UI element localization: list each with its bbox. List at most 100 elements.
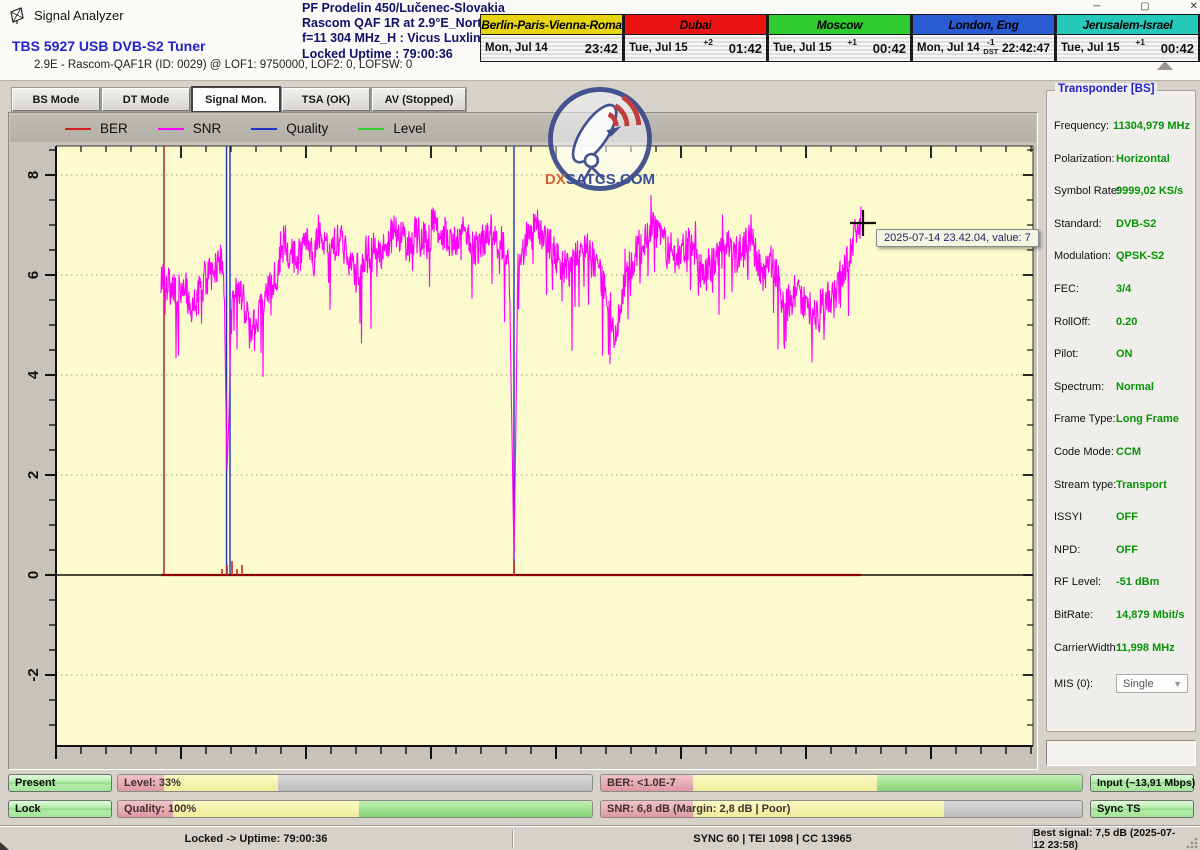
transponder-row: ISSYIOFF (1054, 506, 1190, 528)
transponder-panel-title: Transponder [BS] (1055, 83, 1157, 95)
meter-text: BER: <1.0E-7 (607, 777, 676, 789)
transponder-row-label: Standard: (1054, 218, 1116, 230)
clock-utc-offset: +1 (1135, 37, 1145, 47)
transponder-row-label: Code Mode: (1054, 446, 1116, 458)
transponder-panel: Transponder [BS] Frequency:11304,979 MHz… (1046, 90, 1196, 732)
transponder-row-label: Stream type: (1054, 479, 1116, 491)
transponder-row-value: Normal (1116, 381, 1190, 393)
dxsatcs-logo: DXSATCS.COM (544, 83, 656, 195)
tuner-subtitle: 2.9E - Rascom-QAF1R (ID: 0029) @ LOF1: 9… (34, 59, 412, 71)
tab-dt-mode[interactable]: DT Mode (102, 88, 190, 111)
statusbar-uptime: Locked -> Uptime: 79:00:36 (0, 827, 512, 850)
snr-meter: SNR: 6,8 dB (Margin: 2,8 dB | Poor) (600, 800, 1083, 818)
transponder-row: NPD:OFF (1054, 539, 1190, 561)
clock-offset-stack: +1 (1120, 35, 1161, 61)
transponder-row-label: Polarization: (1054, 153, 1116, 165)
transponder-row-label: Spectrum: (1054, 381, 1116, 393)
window-controls: ─ ▢ ✕ (1093, 0, 1198, 14)
clock-city-label: London, Eng (913, 15, 1054, 35)
meter-segment-gray (944, 801, 1082, 817)
y-axis-tick-label: 2 (24, 464, 44, 486)
site-info: PF Prodelin 450/Lučenec-Slovakia Rascom … (302, 1, 487, 62)
transponder-row-value: Horizontal (1116, 153, 1190, 165)
clock-jerusalem-israel: Jerusalem-IsraelTue, Jul 15+100:42 (1056, 14, 1200, 62)
clock-time: 22:42:47 (1002, 41, 1050, 55)
sync-ts-indicator: Sync TS (1090, 800, 1194, 818)
meter-segment-yellow (693, 775, 876, 791)
transponder-row: Frame Type:Long Frame (1054, 408, 1190, 430)
meter-segment-green (359, 801, 592, 817)
mis-dropdown[interactable]: Single▼ (1116, 674, 1188, 693)
tab-tsa-ok-[interactable]: TSA (OK) (282, 88, 370, 111)
transponder-row: BitRate:14,879 Mbit/s (1054, 604, 1190, 626)
tab-signal-mon-[interactable]: Signal Mon. (192, 87, 280, 112)
transponder-row-value: OFF (1116, 511, 1190, 523)
transponder-row-value: 11,998 MHz (1116, 642, 1190, 654)
clock-body: Mon, Jul 14 23:42 (481, 35, 622, 61)
clock-time: 23:42 (585, 41, 618, 56)
clock-offset-stack: +1 (832, 35, 873, 61)
transponder-row-value: 0.20 (1116, 316, 1190, 328)
transponder-row-value: 14,879 Mbit/s (1116, 609, 1190, 621)
clock-time: 01:42 (729, 41, 762, 56)
transponder-row-value: -51 dBm (1116, 576, 1190, 588)
tab-av-stopped-[interactable]: AV (Stopped) (372, 88, 466, 111)
transponder-row-label: BitRate: (1054, 609, 1116, 621)
transponder-row-value: 9999,02 KS/s (1116, 185, 1190, 197)
clock-time: 00:42 (873, 41, 906, 56)
window-title: Signal Analyzer (34, 8, 124, 23)
transponder-row-value: CCM (1116, 446, 1190, 458)
transponder-row-value: QPSK-S2 (1116, 250, 1190, 262)
signal-analyzer-window: Signal Analyzer PF Prodelin 450/Lučenec-… (0, 0, 1200, 850)
clock-dubai: DubaiTue, Jul 15+201:42 (624, 14, 768, 62)
input-bitrate-indicator: Input (~13,91 Mbps) (1090, 774, 1194, 792)
tab-bs-mode[interactable]: BS Mode (12, 88, 100, 111)
transponder-row: Stream type:Transport (1054, 474, 1190, 496)
transponder-row: Standard:DVB-S2 (1054, 213, 1190, 235)
minimize-icon[interactable]: ─ (1093, 2, 1100, 12)
clock-date: Mon, Jul 14 (485, 42, 548, 54)
clock-offset-stack: -1DST (980, 35, 1002, 61)
clock-offset-stack (548, 35, 585, 61)
clock-body: Tue, Jul 15+201:42 (625, 35, 766, 61)
clock-dst-label: DST (983, 47, 998, 56)
statusbar: Locked -> Uptime: 79:00:36 SYNC 60 | TEI… (0, 826, 1200, 850)
meter-segment-yellow (164, 775, 278, 791)
transponder-row-value: DVB-S2 (1116, 218, 1190, 230)
meter-segment-green (877, 775, 1082, 791)
present-indicator: Present (8, 774, 112, 792)
mis-row: MIS (0):Single▼ (1054, 673, 1190, 695)
close-icon[interactable]: ✕ (1190, 2, 1198, 12)
site-line-3: f=11 304 MHz_H : Vicus Luxlink (302, 31, 487, 46)
tuner-title: TBS 5927 USB DVB-S2 Tuner (12, 38, 205, 54)
clock-body: Tue, Jul 15+100:42 (769, 35, 910, 61)
transponder-row: Spectrum:Normal (1054, 376, 1190, 398)
window-resize-grip-icon[interactable] (1186, 837, 1198, 849)
svg-text:DXSATCS.COM: DXSATCS.COM (545, 171, 655, 188)
logo-text-rest: SATCS.COM (566, 171, 655, 188)
transponder-row-label: Frame Type: (1054, 413, 1116, 425)
transponder-row-label: Modulation: (1054, 250, 1116, 262)
clock-body: Mon, Jul 14-1DST22:42:47 (913, 35, 1054, 61)
transponder-row-value: Transport (1116, 479, 1190, 491)
transponder-row-value: OFF (1116, 544, 1190, 556)
transponder-row-label: NPD: (1054, 544, 1116, 556)
transponder-row: Code Mode:CCM (1054, 441, 1190, 463)
transponder-row-label: CarrierWidth: (1054, 642, 1116, 654)
transponder-row-value: ON (1116, 348, 1190, 360)
quality-meter: Quality: 100% (117, 800, 593, 818)
transponder-subpanel (1046, 740, 1196, 766)
signal-monitor-chart[interactable] (9, 113, 1039, 771)
transponder-row-value: 11304,979 MHz (1113, 120, 1190, 132)
clock-offset-stack: +2 (688, 35, 729, 61)
transponder-row: FEC:3/4 (1054, 278, 1190, 300)
clock-city-label: Moscow (769, 15, 910, 35)
maximize-icon[interactable]: ▢ (1140, 2, 1149, 12)
chevron-down-icon: ▼ (1173, 679, 1187, 689)
transponder-row-label: Pilot: (1054, 348, 1116, 360)
clock-resize-grip-icon[interactable] (1157, 61, 1173, 70)
transponder-row-value: 3/4 (1116, 283, 1190, 295)
clock-city-label: Jerusalem-Israel (1057, 15, 1198, 35)
clock-time: 00:42 (1161, 41, 1194, 56)
transponder-row: RollOff:0.20 (1054, 311, 1190, 333)
